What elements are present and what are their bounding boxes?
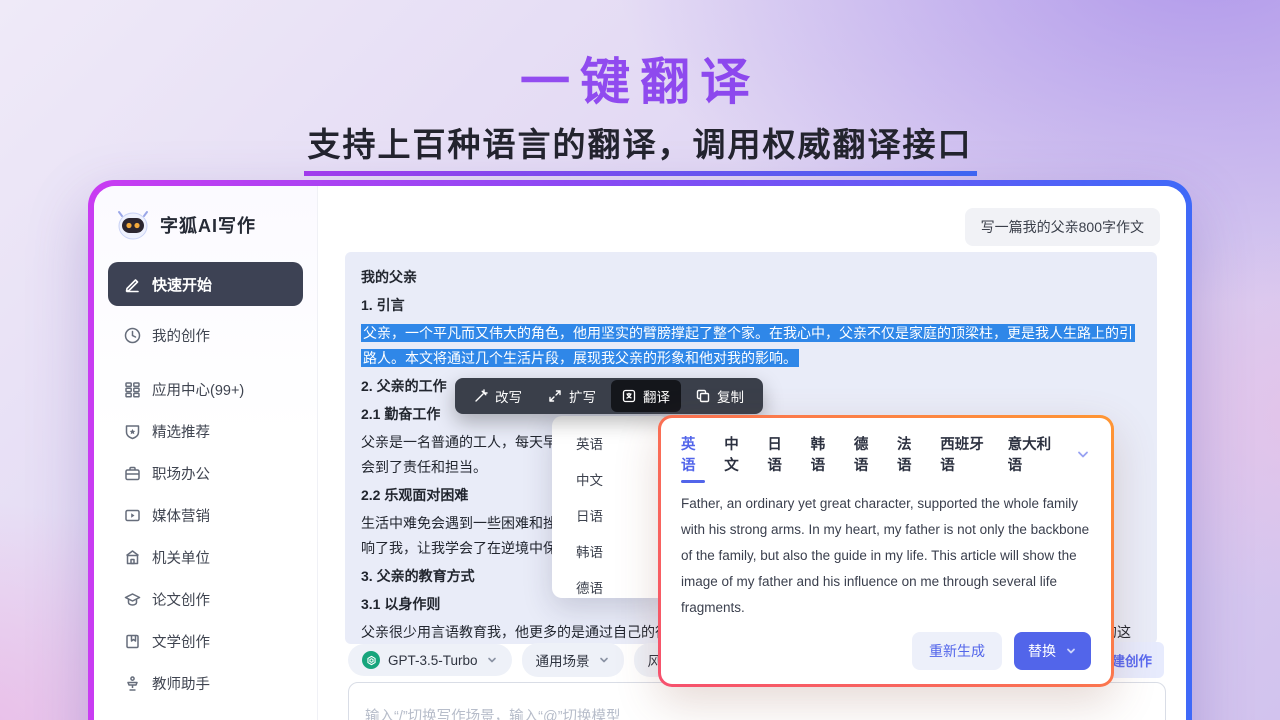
pen-icon — [124, 276, 141, 293]
page: 一键翻译 支持上百种语言的翻译，调用权威翻译接口 — [0, 0, 1280, 720]
tab-french[interactable]: 法语 — [897, 433, 921, 475]
graduation-cap-icon — [124, 591, 141, 608]
sidebar-item-my-creations[interactable]: 我的创作 — [108, 314, 303, 356]
star-badge-icon — [124, 423, 141, 440]
tab-german[interactable]: 德语 — [854, 433, 878, 475]
prompt-input[interactable] — [348, 682, 1166, 720]
expand-icon — [548, 389, 562, 403]
tab-spanish[interactable]: 西班牙语 — [940, 433, 988, 475]
openai-icon — [362, 651, 380, 669]
translation-result-text: Father, an ordinary yet great character,… — [681, 491, 1091, 621]
sidebar-item-media-marketing[interactable]: 媒体营销 — [108, 494, 303, 536]
sidebar-item-app-center[interactable]: 应用中心(99+) — [108, 368, 303, 410]
essay-selected-paragraph: 父亲，一个平凡而又伟大的角色，他用坚实的臂膀撑起了整个家。在我心中，父亲不仅是家… — [361, 321, 1141, 371]
book-icon — [124, 633, 141, 650]
sidebar-item-label: 我的创作 — [152, 325, 210, 346]
sidebar-item-label: 文学创作 — [152, 631, 210, 652]
main-area: 写一篇我的父亲800字作文 我的父亲 1. 引言 父亲，一个平凡而又伟大的角色，… — [318, 186, 1186, 720]
sidebar: 字狐AI写作 快速开始 我的创作 — [94, 186, 318, 720]
language-option-korean[interactable]: 韩语 — [552, 533, 670, 569]
clock-icon — [124, 327, 141, 344]
tab-korean[interactable]: 韩语 — [811, 433, 835, 475]
scene-select[interactable]: 通用场景 — [522, 643, 624, 677]
sidebar-item-label: 机关单位 — [152, 547, 210, 568]
translation-popup: 英语 中文 日语 韩语 德语 法语 西班牙语 意大利语 Father, an o… — [658, 415, 1114, 687]
chevron-down-icon — [1065, 645, 1077, 657]
sidebar-item-label: 应用中心(99+) — [152, 379, 244, 400]
chevron-down-icon — [486, 654, 498, 666]
selection-toolbar: 改写 扩写 — [455, 378, 763, 414]
sidebar-item-label: 快速开始 — [152, 274, 212, 295]
hero-subtitle-row: 支持上百种语言的翻译，调用权威翻译接口 — [0, 118, 1280, 176]
hero-subtitle: 支持上百种语言的翻译，调用权威翻译接口 — [304, 118, 977, 176]
sidebar-item-workplace[interactable]: 职场办公 — [108, 452, 303, 494]
sidebar-item-thesis[interactable]: 论文创作 — [108, 578, 303, 620]
translate-icon — [622, 389, 636, 403]
chevron-down-icon — [598, 654, 610, 666]
language-option-chinese[interactable]: 中文 — [552, 461, 670, 497]
regenerate-button[interactable]: 重新生成 — [912, 632, 1002, 670]
building-icon — [124, 549, 141, 566]
language-dropdown: 英语 中文 日语 韩语 德语 法语 西班牙语 — [552, 416, 670, 598]
sidebar-item-label: 职场办公 — [152, 463, 210, 484]
rewrite-icon — [474, 389, 488, 403]
sidebar-item-government[interactable]: 机关单位 — [108, 536, 303, 578]
language-option-english[interactable]: 英语 — [552, 425, 670, 461]
brand-name: 字狐AI写作 — [160, 212, 256, 238]
app-window: 字狐AI写作 快速开始 我的创作 — [88, 180, 1192, 720]
sidebar-item-label: 精选推荐 — [152, 421, 210, 442]
tab-italian[interactable]: 意大利语 — [1008, 433, 1056, 475]
grid-icon — [124, 381, 141, 398]
essay-heading-intro: 1. 引言 — [361, 293, 1141, 318]
translate-button[interactable]: 翻译 — [611, 380, 681, 412]
tab-english[interactable]: 英语 — [681, 433, 705, 475]
copy-button[interactable]: 复制 — [685, 380, 755, 412]
essay-title: 我的父亲 — [361, 265, 1141, 290]
sidebar-item-teacher-assistant[interactable]: 教师助手 — [108, 662, 303, 704]
sidebar-item-quick-start[interactable]: 快速开始 — [108, 262, 303, 306]
sidebar-item-label: 教师助手 — [152, 673, 210, 694]
sidebar-item-featured[interactable]: 精选推荐 — [108, 410, 303, 452]
language-option-german[interactable]: 德语 — [552, 569, 670, 598]
brand: 字狐AI写作 — [108, 210, 303, 240]
expand-button[interactable]: 扩写 — [537, 380, 607, 412]
rewrite-button[interactable]: 改写 — [463, 380, 533, 412]
robot-logo-icon — [116, 210, 150, 240]
briefcase-icon — [124, 465, 141, 482]
video-icon — [124, 507, 141, 524]
sidebar-item-label: 媒体营销 — [152, 505, 210, 526]
lectern-icon — [124, 675, 141, 692]
sidebar-item-literature[interactable]: 文学创作 — [108, 620, 303, 662]
tab-chinese[interactable]: 中文 — [724, 433, 748, 475]
language-option-japanese[interactable]: 日语 — [552, 497, 670, 533]
sidebar-item-label: 论文创作 — [152, 589, 210, 610]
model-select[interactable]: GPT-3.5-Turbo — [348, 644, 512, 676]
replace-button[interactable]: 替换 — [1014, 632, 1091, 670]
selected-text: 父亲，一个平凡而又伟大的角色，他用坚实的臂膀撑起了整个家。在我心中，父亲不仅是家… — [361, 324, 1135, 367]
chevron-down-icon[interactable] — [1075, 446, 1091, 462]
tab-japanese[interactable]: 日语 — [767, 433, 791, 475]
copy-icon — [696, 389, 710, 403]
prompt-pill[interactable]: 写一篇我的父亲800字作文 — [965, 208, 1160, 246]
hero-title: 一键翻译 — [0, 42, 1280, 114]
translation-tabs: 英语 中文 日语 韩语 德语 法语 西班牙语 意大利语 — [681, 433, 1091, 475]
